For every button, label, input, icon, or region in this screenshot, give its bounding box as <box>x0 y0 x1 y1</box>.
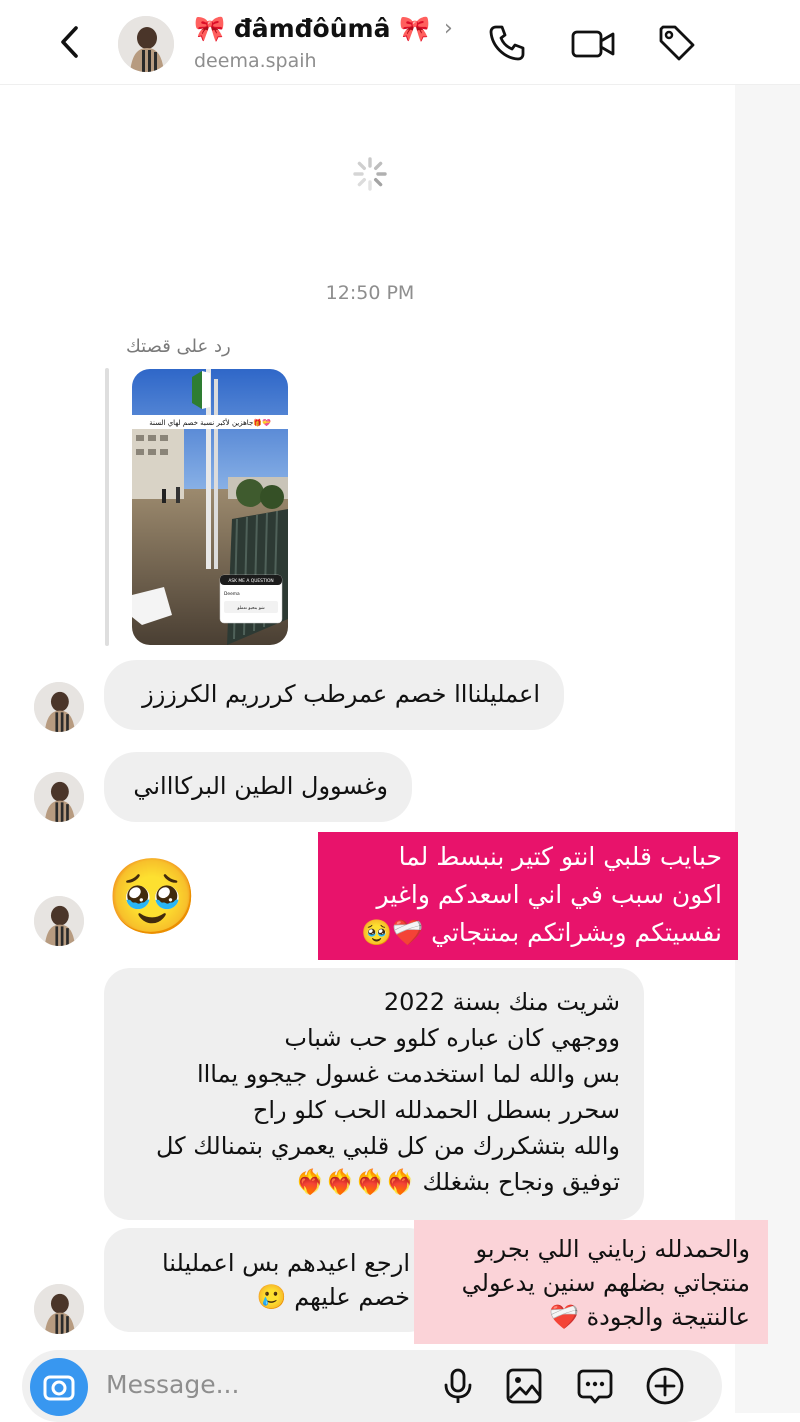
plus-circle-icon[interactable] <box>645 1366 685 1406</box>
overlay-line: نفسيتكم وبشراتكم بمنتجاتي ❤️‍🩹🥹 <box>360 918 722 947</box>
avatar-photo-icon <box>34 682 84 732</box>
camera-button[interactable] <box>30 1358 88 1416</box>
reply-indicator-bar <box>105 368 109 646</box>
chevron-left-icon[interactable] <box>50 22 90 62</box>
story-banner-text: جاهزين لأكبر نسبة خصم لهاي السنة🎁💝 <box>149 418 271 427</box>
avatar-photo-icon <box>34 896 84 946</box>
phone-icon[interactable] <box>486 22 528 64</box>
message-text: اعمليلنااا خصم عمرطب كررريم الكرززز <box>142 680 540 708</box>
avatar-photo-icon <box>118 16 174 72</box>
camera-icon <box>43 1375 75 1401</box>
username: deema.spaih <box>194 50 317 72</box>
story-sticker-title: ASK ME A QUESTION <box>228 578 273 584</box>
avatar[interactable] <box>34 682 84 732</box>
chat-header: 🎀 đâmđôûmâ 🎀 › deema.spaih <box>0 0 800 85</box>
timestamp: 12:50 PM <box>325 282 415 304</box>
story-thumbnail[interactable]: جاهزين لأكبر نسبة خصم لهاي السنة🎁💝 ASK M… <box>132 369 288 645</box>
tag-icon[interactable] <box>656 22 698 64</box>
avatar[interactable] <box>34 772 84 822</box>
avatar-photo-icon <box>34 1284 84 1334</box>
message-text: ووجهي كان عباره كلوو حب شباب <box>284 1024 620 1052</box>
story-sticker-name: Deema <box>224 591 240 597</box>
message-text: سحرر بسطل الحمدلله الحب كلو راح <box>252 1096 620 1124</box>
loading-spinner-icon <box>353 157 387 191</box>
message-bubble[interactable]: ارجع اعيدهم بس اعمليلنا خصم عليهم 🥲 <box>104 1228 434 1332</box>
message-text: ارجع اعيدهم بس اعمليلنا <box>161 1249 410 1277</box>
message-text: شريت منك بسنة 2022 <box>383 988 620 1016</box>
avatar-photo-icon <box>34 772 84 822</box>
story-reply-label: رد على قصتك <box>126 336 231 357</box>
story-sticker-answer: شو بتحبو تعملو <box>236 606 265 611</box>
overlay-line: عالنتيجة والجودة ❤️‍🩹 <box>549 1303 750 1331</box>
message-text: توفيق ونجاح بشغلك ❤️‍🔥❤️‍🔥❤️‍🔥❤️‍🔥 <box>295 1168 620 1196</box>
message-bubble[interactable]: شريت منك بسنة 2022 ووجهي كان عباره كلوو … <box>104 968 644 1220</box>
message-bubble[interactable]: اعمليلنااا خصم عمرطب كررريم الكرززز <box>104 660 564 730</box>
story-photo: جاهزين لأكبر نسبة خصم لهاي السنة🎁💝 ASK M… <box>132 369 288 645</box>
video-camera-icon[interactable] <box>570 22 616 64</box>
message-text: بس والله لما استخدمت غسول جيجوو يمااا <box>196 1060 620 1088</box>
message-text: وغسوول الطين البركاااني <box>133 772 388 800</box>
message-input[interactable]: Message... <box>106 1370 239 1399</box>
avatar[interactable] <box>34 1284 84 1334</box>
overlay-line: اكون سبب في اني اسعدكم واغير <box>376 880 722 909</box>
pink-reply-overlay: حبايب قلبي انتو كتير بنبسط لما اكون سبب … <box>318 832 738 960</box>
display-name[interactable]: 🎀 đâmđôûmâ 🎀 <box>194 14 430 44</box>
emoji-message[interactable]: 🥹 <box>106 852 198 942</box>
chevron-right-icon[interactable]: › <box>444 16 453 41</box>
microphone-icon[interactable] <box>438 1366 478 1406</box>
message-text: والله بتشكررك من كل قلبي يعمري بتمنالك ك… <box>155 1132 620 1160</box>
overlay-line: منتجاتي بضلهم سنين يدعولي <box>461 1269 750 1297</box>
sticker-chat-icon[interactable] <box>575 1366 615 1406</box>
message-bubble[interactable]: وغسوول الطين البركاااني <box>104 752 412 822</box>
overlay-line: والحمدلله زبايني اللي بجربو <box>475 1235 750 1263</box>
lightpink-reply-overlay: والحمدلله زبايني اللي بجربو منتجاتي بضله… <box>414 1220 768 1344</box>
avatar[interactable] <box>118 16 174 72</box>
message-text: خصم عليهم 🥲 <box>256 1283 410 1311</box>
overlay-line: حبايب قلبي انتو كتير بنبسط لما <box>398 842 722 871</box>
avatar[interactable] <box>34 896 84 946</box>
edge-shade <box>735 0 800 1413</box>
image-icon[interactable] <box>504 1366 544 1406</box>
